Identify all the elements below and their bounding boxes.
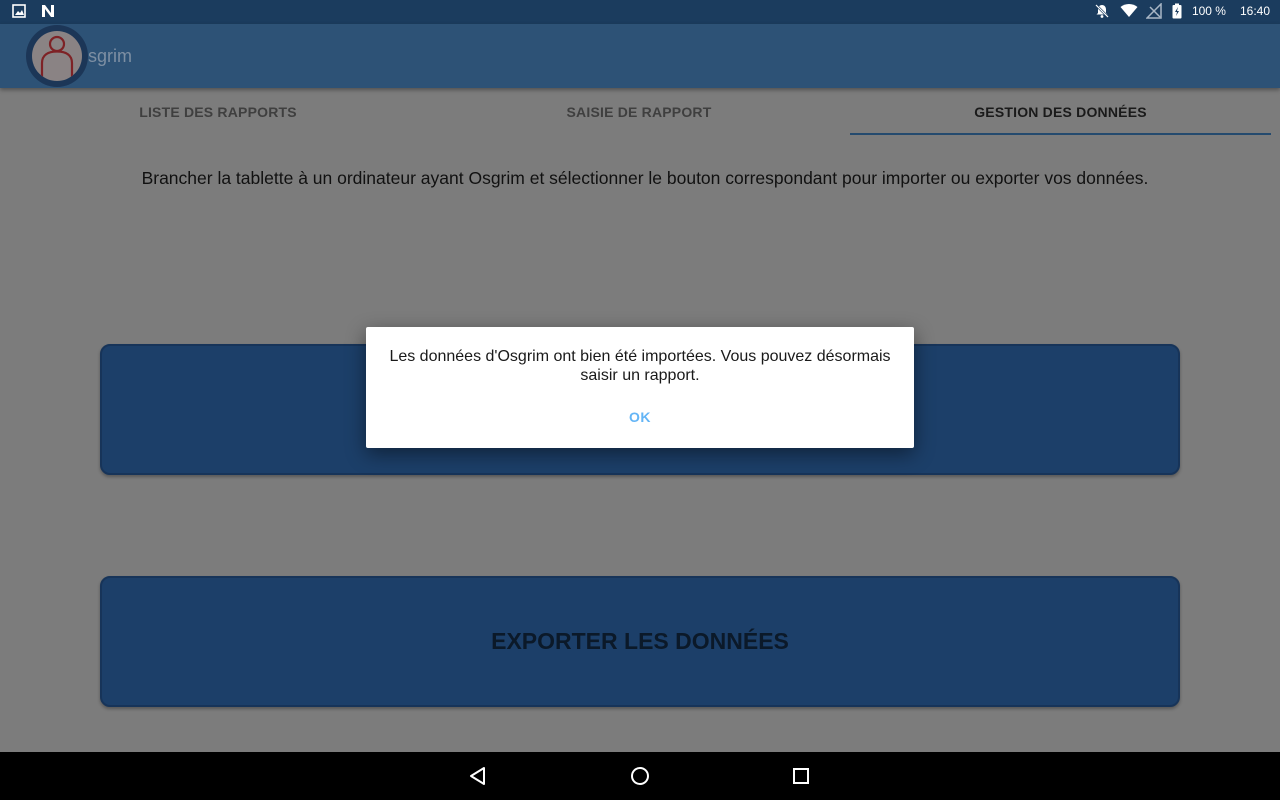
tab-bar: LISTE DES RAPPORTS SAISIE DE RAPPORT GES… bbox=[0, 88, 1280, 136]
wifi-icon bbox=[1120, 3, 1138, 19]
import-success-dialog: Les données d'Osgrim ont bien été import… bbox=[366, 327, 914, 448]
clock: 16:40 bbox=[1239, 4, 1270, 18]
battery-charging-icon bbox=[1172, 3, 1182, 19]
status-bar: 100 % 16:40 bbox=[0, 0, 1280, 24]
notifications-off-icon bbox=[1094, 3, 1110, 19]
selected-tab-indicator bbox=[850, 133, 1271, 135]
battery-percentage: 100 % bbox=[1191, 4, 1226, 18]
tab-gestion-des-donnees[interactable]: GESTION DES DONNÉES bbox=[850, 88, 1271, 136]
tab-liste-des-rapports[interactable]: LISTE DES RAPPORTS bbox=[8, 88, 428, 136]
back-icon[interactable] bbox=[465, 764, 491, 788]
app-bar: sgrim bbox=[0, 24, 1280, 88]
tab-saisie-de-rapport[interactable]: SAISIE DE RAPPORT bbox=[429, 88, 849, 136]
home-icon[interactable] bbox=[627, 764, 653, 788]
person-logo-icon bbox=[40, 35, 74, 79]
app-title: sgrim bbox=[88, 46, 132, 66]
n-notification-icon bbox=[40, 4, 56, 20]
app-logo bbox=[26, 25, 88, 87]
navigation-bar bbox=[0, 752, 1280, 800]
export-data-button[interactable]: EXPORTER LES DONNÉES bbox=[100, 576, 1180, 707]
dialog-ok-button[interactable]: OK bbox=[610, 406, 670, 428]
dialog-message: Les données d'Osgrim ont bien été import… bbox=[389, 348, 891, 384]
recents-icon[interactable] bbox=[789, 764, 815, 788]
gallery-notification-icon bbox=[12, 4, 28, 20]
no-signal-icon bbox=[1145, 2, 1162, 19]
instructions-text: Brancher la tablette à un ordinateur aya… bbox=[141, 168, 1149, 188]
